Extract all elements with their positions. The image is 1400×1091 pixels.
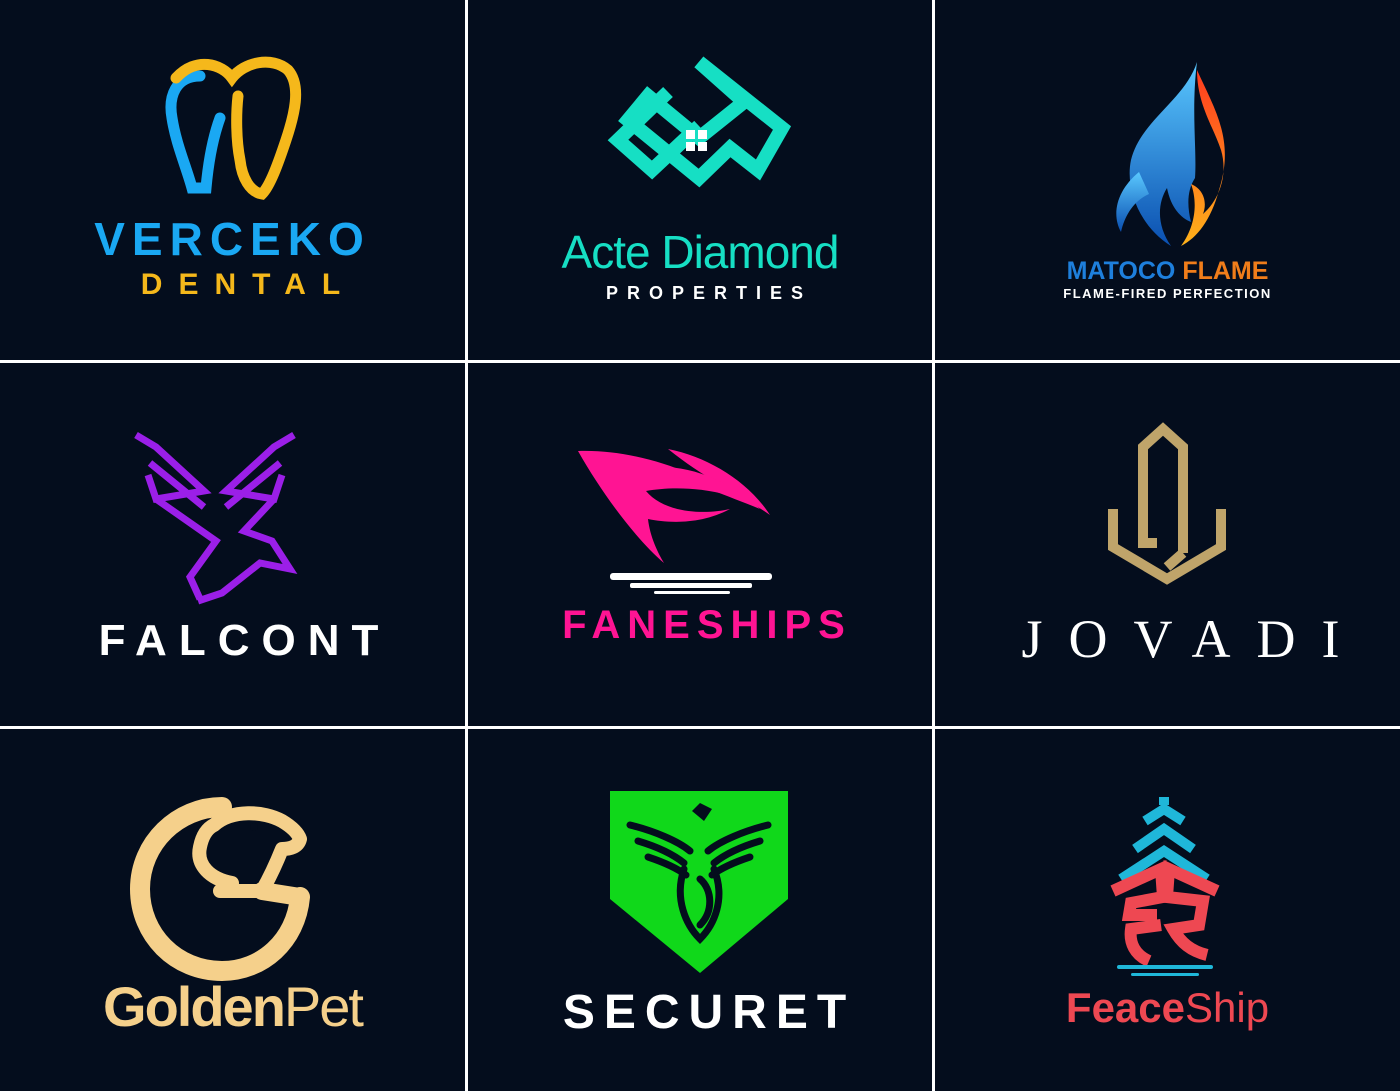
- sail-ship-icon: [578, 449, 772, 594]
- brand-tagline: FLAME-FIRED PERFECTION: [1063, 286, 1272, 301]
- logo-grid: VERCEKO DENTAL Acte Diamond PROPERTIES M…: [0, 0, 1400, 1091]
- logo-card-goldenpet: GoldenPet: [0, 729, 465, 1091]
- logo-card-feaceship: FeaceShip: [935, 729, 1400, 1091]
- brand-name-part1: Feace: [1065, 984, 1186, 1031]
- brand-name-part1: MATOCO: [1066, 257, 1176, 285]
- house-diamond-icon: [607, 56, 792, 188]
- brand-name: SECURET: [562, 986, 856, 1039]
- logo-card-falcont: FALCONT: [0, 363, 465, 726]
- brand-name: FANESHIPS: [562, 603, 852, 647]
- brand-name: JOVADI: [1021, 609, 1366, 669]
- brand-name: FALCONT: [98, 616, 391, 665]
- tooth-icon: [165, 56, 302, 200]
- logo-card-acte-diamond: Acte Diamond PROPERTIES: [468, 0, 932, 360]
- brand-name-part1: Golden: [103, 975, 286, 1038]
- flame-icon: [1116, 62, 1225, 246]
- logo-card-securet: SECURET: [468, 729, 932, 1091]
- brand-name-part2: Ship: [1185, 984, 1270, 1031]
- brand-name: MATOCO FLAME: [935, 257, 1400, 286]
- brand-name-part2: Pet: [283, 975, 364, 1038]
- logo-card-verceko-dental: VERCEKO DENTAL: [0, 0, 465, 360]
- logo-card-jovadi: JOVADI: [935, 363, 1400, 726]
- logo-card-matoco-flame: MATOCO FLAME FLAME-FIRED PERFECTION: [935, 0, 1400, 360]
- brand-tagline: DENTAL: [140, 268, 357, 301]
- brand-name-part2: FLAME: [1182, 257, 1269, 285]
- logo-card-faneships: FANESHIPS: [468, 363, 932, 726]
- brand-name: VERCEKO: [94, 213, 371, 265]
- brand-tagline: PROPERTIES: [605, 283, 813, 303]
- ship-icon: [1110, 797, 1220, 976]
- brand-name: GoldenPet: [0, 974, 465, 1039]
- monogram-j-icon: [1108, 422, 1226, 585]
- falcon-icon: [134, 431, 298, 605]
- brand-name: Acte Diamond: [561, 226, 840, 278]
- brand-name: FeaceShip: [935, 984, 1400, 1032]
